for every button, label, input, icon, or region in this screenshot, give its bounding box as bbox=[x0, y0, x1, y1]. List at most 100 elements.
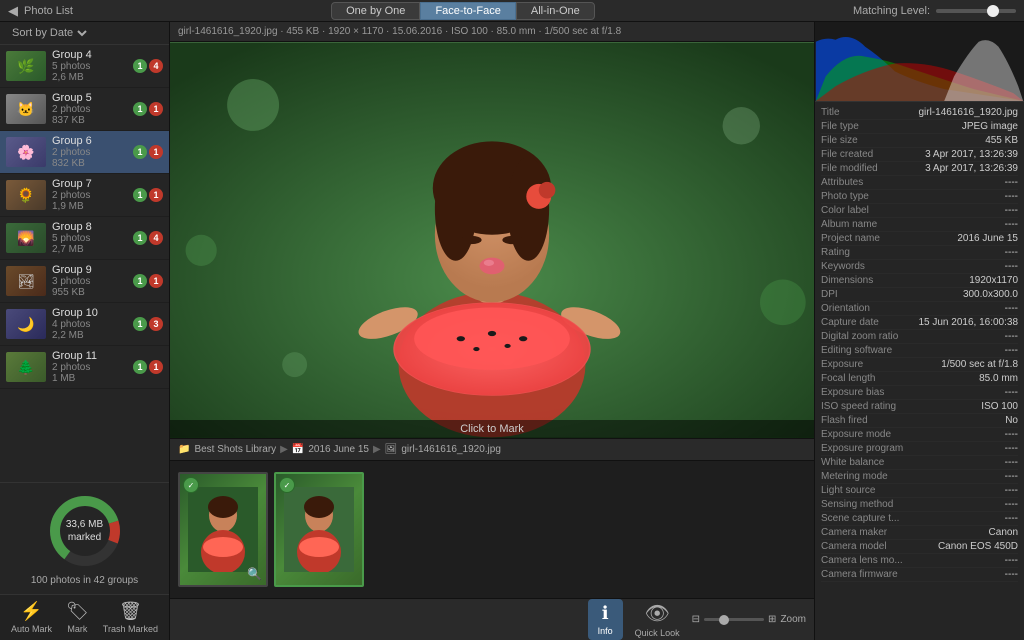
breadcrumb-icon: 📁 bbox=[178, 444, 190, 455]
group-name-10: Group 10 bbox=[52, 307, 127, 319]
group-meta-11: 2 photos1 MB bbox=[52, 362, 127, 384]
zoom-slider[interactable] bbox=[704, 618, 764, 621]
sidebar-item-group-8[interactable]: 🌄 Group 8 5 photos2,7 MB 1 4 bbox=[0, 217, 169, 260]
sidebar-item-group-6[interactable]: 🌸 Group 6 2 photos832 KB 1 1 bbox=[0, 131, 169, 174]
main-photo-canvas[interactable]: Click to Mark bbox=[170, 42, 814, 438]
meta-row-29: Scene capture t... ---- bbox=[821, 512, 1018, 526]
meta-value-23: ---- bbox=[1005, 429, 1018, 440]
group-badges-11: 1 1 bbox=[133, 360, 163, 374]
meta-label-25: White balance bbox=[821, 457, 888, 468]
matching-slider[interactable] bbox=[936, 9, 1016, 13]
sidebar-item-group-7[interactable]: 🌻 Group 7 2 photos1,9 MB 1 1 bbox=[0, 174, 169, 217]
meta-label-32: Camera lens mo... bbox=[821, 555, 907, 566]
group-meta-5: 2 photos837 KB bbox=[52, 104, 127, 126]
badge-red-6: 1 bbox=[149, 145, 163, 159]
meta-value-9: 2016 June 15 bbox=[957, 233, 1018, 244]
group-name-7: Group 7 bbox=[52, 178, 127, 190]
meta-label-3: File created bbox=[821, 149, 877, 160]
meta-value-13: 300.0x300.0 bbox=[963, 289, 1018, 300]
top-bar-left: ◀ Photo List bbox=[8, 3, 73, 19]
back-arrow-icon[interactable]: ◀ bbox=[8, 3, 18, 19]
group-badges-8: 1 4 bbox=[133, 231, 163, 245]
tab-face-to-face[interactable]: Face-to-Face bbox=[420, 2, 515, 20]
breadcrumb-bar: 📁 Best Shots Library ▶ 📅 2016 June 15 ▶ … bbox=[170, 439, 814, 461]
tab-one-by-one[interactable]: One by One bbox=[331, 2, 420, 20]
group-meta-8: 5 photos2,7 MB bbox=[52, 233, 127, 255]
meta-value-12: 1920x1170 bbox=[969, 275, 1018, 286]
badge-green-10: 1 bbox=[133, 317, 147, 331]
group-meta-4: 5 photos2,6 MB bbox=[52, 61, 127, 83]
meta-value-16: ---- bbox=[1005, 331, 1018, 342]
meta-row-28: Sensing method ---- bbox=[821, 498, 1018, 512]
info-button[interactable]: ℹ Info bbox=[588, 599, 623, 640]
group-info-10: Group 10 4 photos2,2 MB bbox=[52, 307, 127, 341]
meta-row-22: Flash fired No bbox=[821, 414, 1018, 428]
sidebar-item-group-11[interactable]: 🌲 Group 11 2 photos1 MB 1 1 bbox=[0, 346, 169, 389]
top-bar-right: Matching Level: bbox=[853, 5, 1016, 17]
meta-label-0: Title bbox=[821, 107, 844, 118]
film-thumb-badge-1: ✓ bbox=[183, 477, 199, 493]
meta-value-19: 85.0 mm bbox=[979, 373, 1018, 384]
meta-value-8: ---- bbox=[1005, 219, 1018, 230]
film-thumb-icon-1: 🔍 bbox=[247, 567, 262, 581]
sidebar-item-group-9[interactable]: 🏞 Group 9 3 photos955 KB 1 1 bbox=[0, 260, 169, 303]
badge-green-5: 1 bbox=[133, 102, 147, 116]
sort-select[interactable]: Sort by Date bbox=[8, 26, 90, 40]
mark-button[interactable]: 🏷 Mark bbox=[62, 599, 93, 636]
meta-row-6: Photo type ---- bbox=[821, 190, 1018, 204]
marked-label: marked bbox=[66, 531, 103, 544]
meta-label-5: Attributes bbox=[821, 177, 867, 188]
quick-look-icon: 👁 bbox=[644, 601, 669, 626]
trash-marked-label: Trash Marked bbox=[103, 624, 158, 634]
zoom-control: ⊟ ⊞ Zoom bbox=[692, 614, 806, 625]
film-thumb-1[interactable]: ✓ 🔍 bbox=[178, 472, 268, 587]
metadata-panel: Title girl-1461616_1920.jpg File type JP… bbox=[815, 102, 1024, 640]
meta-value-3: 3 Apr 2017, 13:26:39 bbox=[925, 149, 1018, 160]
meta-row-25: White balance ---- bbox=[821, 456, 1018, 470]
meta-label-9: Project name bbox=[821, 233, 884, 244]
auto-mark-button[interactable]: ⚡ Auto Mark bbox=[7, 599, 56, 636]
meta-label-13: DPI bbox=[821, 289, 842, 300]
back-label[interactable]: Photo List bbox=[24, 5, 73, 17]
sidebar-item-group-4[interactable]: 🌿 Group 4 5 photos2,6 MB 1 4 bbox=[0, 45, 169, 88]
sidebar-toolbar: ⚡ Auto Mark 🏷 Mark 🗑 Trash Marked bbox=[0, 594, 169, 640]
right-panel: Title girl-1461616_1920.jpg File type JP… bbox=[814, 22, 1024, 640]
meta-row-4: File modified 3 Apr 2017, 13:26:39 bbox=[821, 162, 1018, 176]
sidebar-groups: 🌿 Group 4 5 photos2,6 MB 1 4 🐱 Group 5 2… bbox=[0, 45, 169, 482]
group-name-6: Group 6 bbox=[52, 135, 127, 147]
meta-row-11: Keywords ---- bbox=[821, 260, 1018, 274]
meta-value-31: Canon EOS 450D bbox=[938, 541, 1018, 552]
film-thumb-2[interactable]: ✓ bbox=[274, 472, 364, 587]
sidebar-item-group-10[interactable]: 🌙 Group 10 4 photos2,2 MB 1 3 bbox=[0, 303, 169, 346]
breadcrumb-library[interactable]: Best Shots Library bbox=[194, 444, 276, 455]
photo-view[interactable]: Click to Mark bbox=[170, 42, 814, 438]
meta-value-33: ---- bbox=[1005, 569, 1018, 580]
meta-row-5: Attributes ---- bbox=[821, 176, 1018, 190]
quick-look-button[interactable]: 👁 Quick Look bbox=[635, 601, 680, 638]
quick-look-label: Quick Look bbox=[635, 628, 680, 638]
filmstrip: ✓ 🔍 ✓ bbox=[170, 461, 814, 598]
meta-value-1: JPEG image bbox=[962, 121, 1018, 132]
group-badges-5: 1 1 bbox=[133, 102, 163, 116]
breadcrumb-date[interactable]: 2016 June 15 bbox=[308, 444, 369, 455]
tab-all-in-one[interactable]: All-in-One bbox=[516, 2, 595, 20]
trash-marked-button[interactable]: 🗑 Trash Marked bbox=[99, 599, 162, 636]
sidebar-item-group-5[interactable]: 🐱 Group 5 2 photos837 KB 1 1 bbox=[0, 88, 169, 131]
group-thumb-11: 🌲 bbox=[6, 352, 46, 382]
group-badges-10: 1 3 bbox=[133, 317, 163, 331]
mark-label: Mark bbox=[67, 624, 87, 634]
group-badges-7: 1 1 bbox=[133, 188, 163, 202]
meta-label-17: Editing software bbox=[821, 345, 896, 356]
group-meta-10: 4 photos2,2 MB bbox=[52, 319, 127, 341]
info-icon: ℹ bbox=[602, 603, 609, 624]
meta-label-22: Flash fired bbox=[821, 415, 872, 426]
matching-label: Matching Level: bbox=[853, 5, 930, 17]
meta-value-11: ---- bbox=[1005, 261, 1018, 272]
badge-green-6: 1 bbox=[133, 145, 147, 159]
group-thumb-9: 🏞 bbox=[6, 266, 46, 296]
badge-green-9: 1 bbox=[133, 274, 147, 288]
click-to-mark[interactable]: Click to Mark bbox=[170, 420, 814, 438]
sidebar-header: Sort by Date bbox=[0, 22, 169, 45]
trash-icon: 🗑 bbox=[119, 601, 142, 622]
meta-row-15: Capture date 15 Jun 2016, 16:00:38 bbox=[821, 316, 1018, 330]
